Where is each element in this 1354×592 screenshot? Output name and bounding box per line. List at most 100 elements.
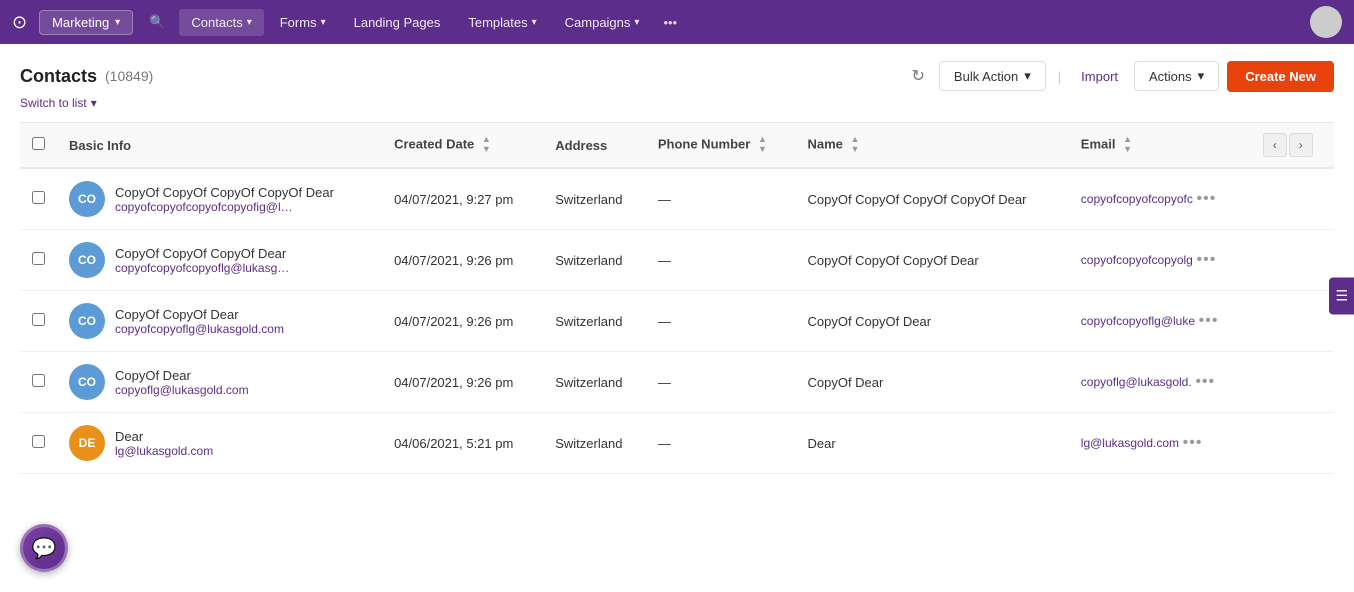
row-checkbox-cell (20, 230, 57, 291)
avatar: DE (69, 425, 105, 461)
address-cell: Switzerland (543, 230, 646, 291)
switch-to-list[interactable]: Switch to list ▾ (20, 96, 1334, 110)
row-checkbox-cell (20, 291, 57, 352)
contact-email[interactable]: lg@lukasgold.com (115, 444, 213, 458)
row-checkbox-cell (20, 168, 57, 230)
refresh-button[interactable]: ↻ (906, 60, 931, 92)
contacts-page: Contacts (10849) ↻ Bulk Action ▾ | Impor… (0, 44, 1354, 592)
nav-contacts[interactable]: Contacts ▾ (179, 9, 263, 36)
contact-info: CO CopyOf CopyOf Dear copyofcopyoflg@luk… (69, 303, 370, 339)
actions-chevron: ▾ (1198, 68, 1205, 84)
avatar: CO (69, 242, 105, 278)
contact-name[interactable]: CopyOf CopyOf CopyOf CopyOf Dear (115, 185, 334, 200)
row-checkbox-2[interactable] (32, 313, 45, 326)
table-row: CO CopyOf CopyOf Dear copyofcopyoflg@luk… (20, 291, 1334, 352)
marketing-chevron: ▾ (115, 17, 120, 28)
created-date-cell: 04/07/2021, 9:26 pm (382, 352, 543, 413)
contacts-table: Basic Info Created Date ▲▼ Address Phone… (20, 122, 1334, 474)
basic-info-cell: CO CopyOf CopyOf Dear copyofcopyoflg@luk… (57, 291, 382, 352)
email-value[interactable]: copyoflg@lukasgold. (1081, 375, 1192, 389)
phone-cell: — (646, 291, 796, 352)
name-cell: Dear (795, 413, 1068, 474)
table-row: CO CopyOf Dear copyoflg@lukasgold.com 04… (20, 352, 1334, 413)
table-row: CO CopyOf CopyOf CopyOf Dear copyofcopyo… (20, 230, 1334, 291)
contact-email[interactable]: copyoflg@lukasgold.com (115, 383, 249, 397)
contact-info: DE Dear lg@lukasgold.com (69, 425, 370, 461)
phone-cell: — (646, 413, 796, 474)
name-cell: CopyOf CopyOf CopyOf Dear (795, 230, 1068, 291)
forms-chevron: ▾ (321, 17, 326, 28)
column-nav: ‹ › (1263, 133, 1322, 157)
nav-forms[interactable]: Forms ▾ (268, 9, 338, 36)
table-row: CO CopyOf CopyOf CopyOf CopyOf Dear copy… (20, 168, 1334, 230)
email-sort: ▲▼ (1123, 135, 1132, 155)
user-avatar[interactable] (1310, 6, 1342, 38)
basic-info-cell: CO CopyOf Dear copyoflg@lukasgold.com (57, 352, 382, 413)
row-options-button[interactable]: ••• (1199, 312, 1219, 330)
email-value[interactable]: copyofcopyofcopyofc (1081, 192, 1193, 206)
select-all-checkbox[interactable] (32, 137, 45, 150)
contact-name[interactable]: CopyOf CopyOf CopyOf Dear (115, 246, 295, 261)
phone-sort: ▲▼ (758, 135, 767, 155)
contact-email[interactable]: copyofcopyoflg@lukasgold.com (115, 322, 284, 336)
contact-name[interactable]: CopyOf Dear (115, 368, 249, 383)
row-options-button[interactable]: ••• (1196, 190, 1216, 208)
row-action-cell (1251, 352, 1334, 413)
email-value[interactable]: copyofcopyofcopyolg (1081, 253, 1193, 267)
contact-name[interactable]: Dear (115, 429, 213, 444)
column-nav-left[interactable]: ‹ (1263, 133, 1287, 157)
row-checkbox-4[interactable] (32, 435, 45, 448)
marketing-label: Marketing (52, 15, 109, 30)
name-cell: CopyOf Dear (795, 352, 1068, 413)
create-new-button[interactable]: Create New (1227, 61, 1334, 92)
row-options-button[interactable]: ••• (1183, 434, 1203, 452)
contact-email[interactable]: copyofcopyofcopyofcopyofig@lukasgold.com (115, 200, 295, 214)
nav-more[interactable]: ••• (655, 9, 685, 36)
phone-number-header[interactable]: Phone Number ▲▼ (646, 123, 796, 169)
row-options-button[interactable]: ••• (1195, 373, 1215, 391)
import-button[interactable]: Import (1073, 63, 1126, 90)
contact-name[interactable]: CopyOf CopyOf Dear (115, 307, 284, 322)
filter-button[interactable]: ☰ (1329, 278, 1354, 315)
bulk-action-button[interactable]: Bulk Action ▾ (939, 61, 1046, 91)
name-sort: ▲▼ (851, 135, 860, 155)
row-checkbox-3[interactable] (32, 374, 45, 387)
row-checkbox-0[interactable] (32, 191, 45, 204)
basic-info-cell: CO CopyOf CopyOf CopyOf CopyOf Dear copy… (57, 168, 382, 230)
phone-cell: — (646, 168, 796, 230)
created-date-cell: 04/07/2021, 9:26 pm (382, 291, 543, 352)
email-cell: copyofcopyoflg@luke ••• (1069, 291, 1251, 352)
contact-email[interactable]: copyofcopyofcopyoflg@lukasgold.com (115, 261, 295, 275)
switch-chevron: ▾ (91, 96, 97, 110)
app-logo: ⊙ (12, 12, 27, 33)
column-nav-right[interactable]: › (1289, 133, 1313, 157)
marketing-dropdown[interactable]: Marketing ▾ (39, 10, 133, 35)
avatar: CO (69, 364, 105, 400)
basic-info-cell: CO CopyOf CopyOf CopyOf Dear copyofcopyo… (57, 230, 382, 291)
phone-cell: — (646, 352, 796, 413)
row-action-cell (1251, 291, 1334, 352)
email-value[interactable]: copyofcopyoflg@luke (1081, 314, 1195, 328)
select-all-header (20, 123, 57, 169)
nav-landing-pages[interactable]: Landing Pages (342, 9, 453, 36)
contacts-count: (10849) (105, 68, 153, 84)
nav-campaigns[interactable]: Campaigns ▾ (553, 9, 652, 36)
created-date-cell: 04/07/2021, 9:27 pm (382, 168, 543, 230)
basic-info-cell: DE Dear lg@lukasgold.com (57, 413, 382, 474)
contacts-chevron: ▾ (247, 17, 252, 28)
created-date-sort: ▲▼ (482, 135, 491, 155)
email-header[interactable]: Email ▲▼ (1069, 123, 1251, 169)
nav-arrows-header: ‹ › (1251, 123, 1334, 169)
nav-templates[interactable]: Templates ▾ (456, 9, 548, 36)
created-date-header[interactable]: Created Date ▲▼ (382, 123, 543, 169)
contact-info: CO CopyOf CopyOf CopyOf Dear copyofcopyo… (69, 242, 370, 278)
row-options-button[interactable]: ••• (1196, 251, 1216, 269)
email-value[interactable]: lg@lukasgold.com (1081, 436, 1179, 450)
name-header[interactable]: Name ▲▼ (795, 123, 1068, 169)
name-cell: CopyOf CopyOf Dear (795, 291, 1068, 352)
search-button[interactable]: 🔍 (143, 8, 171, 36)
avatar: CO (69, 181, 105, 217)
chat-widget[interactable]: 💬 (20, 524, 68, 572)
row-checkbox-1[interactable] (32, 252, 45, 265)
actions-button[interactable]: Actions ▾ (1134, 61, 1219, 91)
